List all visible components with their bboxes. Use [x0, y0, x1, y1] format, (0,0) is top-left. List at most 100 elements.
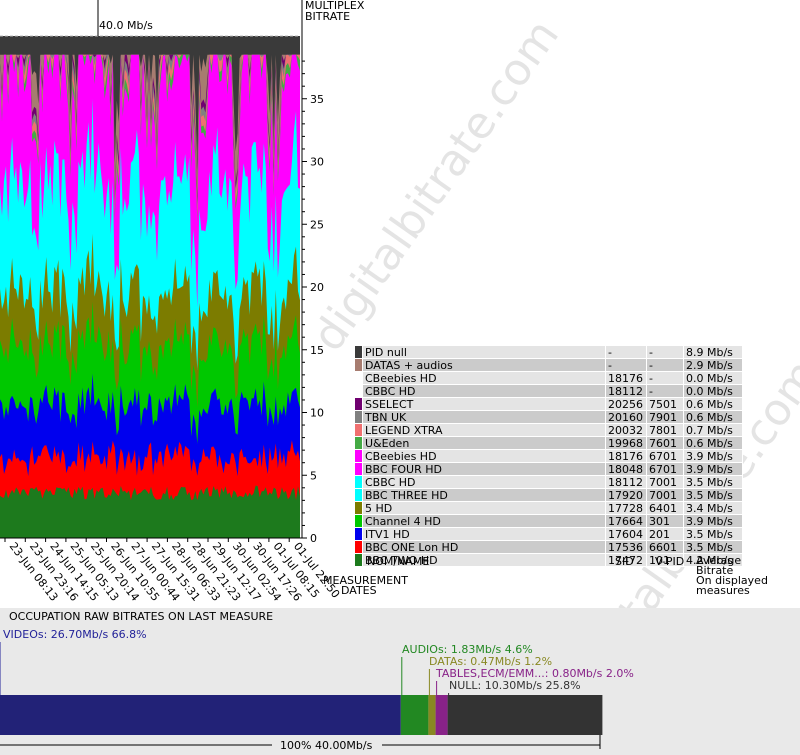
y-tick-label: 35	[310, 93, 324, 106]
occupation-panel: OCCUPATION RAW BITRATES ON LAST MEASURE …	[0, 608, 800, 755]
legend-vpid: 6701	[646, 462, 684, 476]
occupation-segment-null	[447, 695, 603, 735]
legend-swatch	[354, 475, 363, 489]
legend-swatch	[354, 358, 363, 372]
legend-name: CBeebies HD	[362, 449, 606, 463]
legend-sid: 18112	[605, 384, 647, 398]
y-tick-label: 30	[310, 156, 324, 169]
legend-bitrate: 0.7 Mb/s	[683, 423, 743, 437]
legend-row: BBC FOUR HD 18048 6701 3.9 Mb/s	[354, 462, 743, 476]
legend-name: SSELECT	[362, 397, 606, 411]
legend-vpid: 7001	[646, 488, 684, 502]
legend-header-vpid: V-PID	[655, 555, 685, 568]
legend-header-avg-4: measures	[696, 584, 750, 597]
legend-name: Channel 4 HD	[362, 514, 606, 528]
legend-swatch	[354, 553, 363, 567]
legend-sid: -	[605, 345, 647, 359]
legend-sid: 18176	[605, 449, 647, 463]
legend-swatch	[354, 488, 363, 502]
legend-name: CBBC HD	[362, 384, 606, 398]
multiplex-bitrate-title: MULTIPLEX BITRATE	[305, 0, 364, 22]
legend-swatch	[354, 514, 363, 528]
legend-swatch	[354, 462, 363, 476]
legend-bitrate: 3.5 Mb/s	[683, 540, 743, 554]
legend-sid: 17728	[605, 501, 647, 515]
legend-vpid: 7501	[646, 397, 684, 411]
legend-sid: 17664	[605, 514, 647, 528]
legend-vpid: 6701	[646, 449, 684, 463]
legend-sid: 18048	[605, 462, 647, 476]
legend-bitrate: 3.5 Mb/s	[683, 488, 743, 502]
legend-vpid: -	[646, 345, 684, 359]
legend-vpid: 7901	[646, 410, 684, 424]
legend-header-name: NOM/NAME	[367, 555, 430, 568]
legend-row: PID null - -8.9 Mb/s	[354, 345, 743, 359]
legend-name: LEGEND XTRA	[362, 423, 606, 437]
legend-name: 5 HD	[362, 501, 606, 515]
legend-row: LEGEND XTRA 20032 7801 0.7 Mb/s	[354, 423, 743, 437]
y-tick-label: 25	[310, 218, 324, 231]
legend-row: BBC ONE Lon HD 17536 6601 3.5 Mb/s	[354, 540, 743, 554]
legend-vpid: 301	[646, 514, 684, 528]
capacity-label: 40.0 Mb/s	[99, 19, 153, 32]
x-axis-label-line-2: DATES	[341, 584, 377, 597]
legend-name: PID null	[362, 345, 606, 359]
x-axis-label: MEASUREMENT DATES	[323, 575, 408, 597]
total-label: 100% 40.00Mb/s	[280, 739, 373, 752]
legend-row: DATAS + audios - -2.9 Mb/s	[354, 358, 743, 372]
legend-sid: -	[605, 358, 647, 372]
legend-name: ITV1 HD	[362, 527, 606, 541]
legend-row: CBBC HD 18112 7001 3.5 Mb/s	[354, 475, 743, 489]
legend-row: ITV1 HD 17604 201 3.5 Mb/s	[354, 527, 743, 541]
legend-bitrate: 3.9 Mb/s	[683, 514, 743, 528]
legend-row: CBBC HD 18112-0.0 Mb/s	[354, 384, 743, 398]
legend-sid: 17604	[605, 527, 647, 541]
legend-name: CBeebies HD	[362, 371, 606, 385]
legend-sid: 20160	[605, 410, 647, 424]
legend-bitrate: 2.9 Mb/s	[683, 358, 743, 372]
legend-bitrate: 0.6 Mb/s	[683, 410, 743, 424]
legend-bitrate: 0.0 Mb/s	[683, 384, 743, 398]
legend-row: CBeebies HD 18176 6701 3.9 Mb/s	[354, 449, 743, 463]
legend-row: U&Eden 19968 7601 0.6 Mb/s	[354, 436, 743, 450]
y-tick-label: 10	[310, 407, 324, 420]
legend-vpid: -	[646, 371, 684, 385]
legend-bitrate: 3.5 Mb/s	[683, 475, 743, 489]
legend-sid: 17536	[605, 540, 647, 554]
legend-swatch	[354, 436, 363, 450]
legend-sid: 20032	[605, 423, 647, 437]
legend-vpid: 7801	[646, 423, 684, 437]
legend-name: BBC THREE HD	[362, 488, 606, 502]
legend-bitrate: 3.5 Mb/s	[683, 527, 743, 541]
occupation-label-videos: VIDEOs: 26.70Mb/s 66.8%	[3, 628, 147, 641]
title-line-2: BITRATE	[305, 10, 351, 23]
legend-row: 5 HD 17728 6401 3.4 Mb/s	[354, 501, 743, 515]
legend-swatch	[354, 410, 363, 424]
legend-row: BBC THREE HD 17920 7001 3.5 Mb/s	[354, 488, 743, 502]
legend-row: TBN UK 20160 7901 0.6 Mb/s	[354, 410, 743, 424]
legend-bitrate: 3.9 Mb/s	[683, 449, 743, 463]
legend-vpid: 7601	[646, 436, 684, 450]
legend-bitrate: 0.6 Mb/s	[683, 397, 743, 411]
legend-bitrate: 0.6 Mb/s	[683, 436, 743, 450]
legend-swatch	[354, 423, 363, 437]
legend-name: BBC FOUR HD	[362, 462, 606, 476]
legend-swatch	[354, 371, 363, 385]
occupation-segment-videos	[0, 695, 401, 735]
legend-swatch	[354, 501, 363, 515]
legend-bitrate: 8.9 Mb/s	[683, 345, 743, 359]
legend-swatch	[354, 384, 363, 398]
legend-vpid: 6601	[646, 540, 684, 554]
legend-sid: 20256	[605, 397, 647, 411]
occupation-label-null: NULL: 10.30Mb/s 25.8%	[449, 679, 581, 692]
y-tick-label: 20	[310, 281, 324, 294]
y-tick-label: 5	[310, 469, 317, 482]
legend-bitrate: 0.0 Mb/s	[683, 371, 743, 385]
occupation-segment-audios	[400, 695, 429, 735]
occupation-segment-tables	[435, 695, 448, 735]
legend-swatch	[354, 449, 363, 463]
y-tick-label: 15	[310, 344, 324, 357]
legend-name: BBC ONE Lon HD	[362, 540, 606, 554]
legend-header-sid: SID	[615, 555, 634, 568]
legend-sid: 17920	[605, 488, 647, 502]
